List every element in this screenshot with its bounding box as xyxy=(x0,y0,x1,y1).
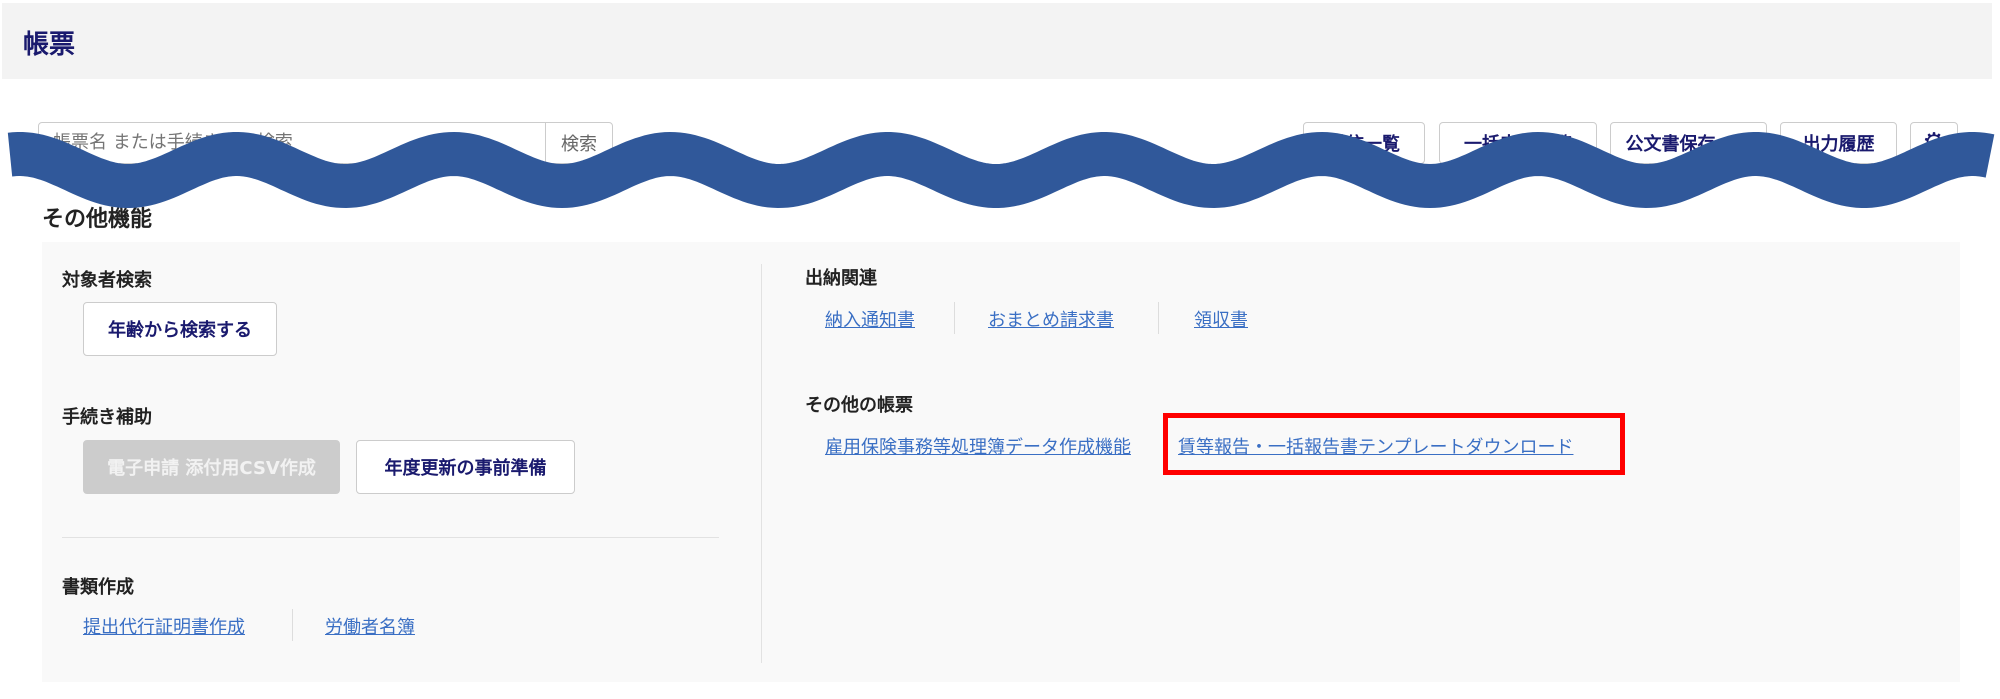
column-divider xyxy=(761,264,762,663)
output-history-button[interactable]: 出力履歴 xyxy=(1780,122,1897,164)
link-separator xyxy=(954,302,955,334)
section-divider xyxy=(62,537,719,538)
settings-button[interactable]: ⚙ xyxy=(1910,122,1958,164)
document-storage-list-button[interactable]: 公文書保存一覧 xyxy=(1610,122,1767,164)
page-header xyxy=(2,3,1992,79)
payments-heading: 出納関連 xyxy=(805,268,877,289)
target-search-heading: 対象者検索 xyxy=(62,270,152,291)
link-separator xyxy=(1158,302,1159,334)
procedure-support-heading: 手続き補助 xyxy=(62,407,152,428)
receipt-link[interactable]: 領収書 xyxy=(1194,306,1248,332)
combined-invoice-link[interactable]: おまとめ請求書 xyxy=(988,306,1114,332)
proxy-certificate-link[interactable]: 提出代行証明書作成 xyxy=(83,613,245,639)
documents-heading: 書類作成 xyxy=(62,577,134,598)
search-input[interactable] xyxy=(39,123,567,161)
annual-update-prep-button[interactable]: 年度更新の事前準備 xyxy=(356,440,575,494)
highlight-box xyxy=(1163,413,1625,475)
search-by-age-button[interactable]: 年齢から検索する xyxy=(83,302,277,356)
employment-insurance-data-link[interactable]: 雇用保険事務等処理簿データ作成機能 xyxy=(825,433,1131,459)
other-forms-heading: その他の帳票 xyxy=(805,395,913,416)
csv-create-button[interactable]: 電子申請 添付用CSV作成 xyxy=(83,440,340,494)
search-box: 検索 xyxy=(38,122,613,164)
batch-application-list-button[interactable]: 一括申請一覧 xyxy=(1439,122,1597,164)
section-title: その他機能 xyxy=(42,207,153,232)
sent-list-button[interactable]: 送信一覧 xyxy=(1303,122,1425,164)
worker-roster-link[interactable]: 労働者名簿 xyxy=(325,613,415,639)
link-separator xyxy=(292,609,293,641)
page-title: 帳票 xyxy=(23,30,76,60)
search-button[interactable]: 検索 xyxy=(545,123,612,163)
payment-notice-link[interactable]: 納入通知書 xyxy=(825,306,915,332)
gear-icon: ⚙ xyxy=(1922,128,1946,158)
